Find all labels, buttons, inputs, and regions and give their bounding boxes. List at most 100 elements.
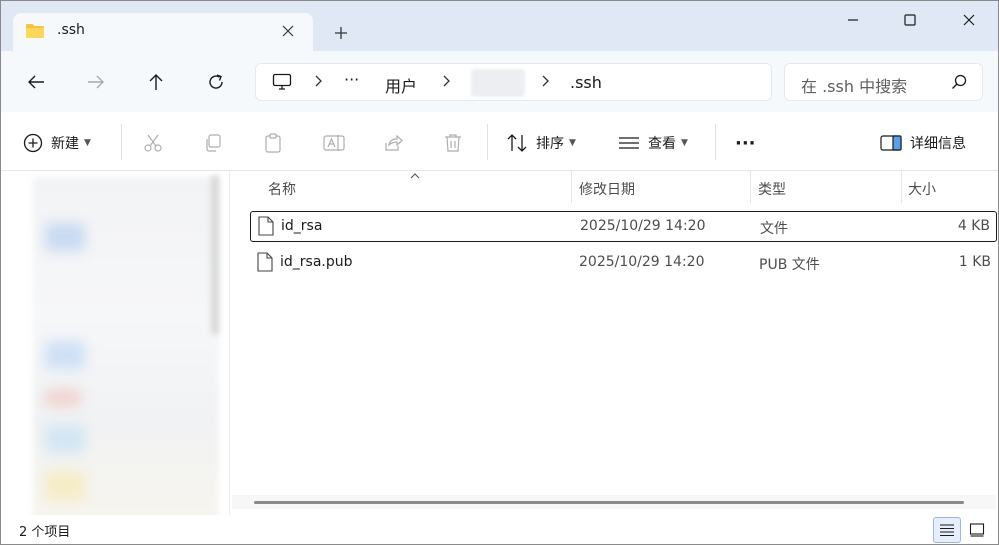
refresh-button[interactable] xyxy=(201,67,231,97)
close-window-button[interactable] xyxy=(939,1,998,39)
file-list: 名称 修改日期 类型 大小 id_rsa 2025/10/29 14:20 文件… xyxy=(230,171,998,515)
share-button[interactable] xyxy=(383,130,403,156)
file-name: id_rsa xyxy=(281,218,323,234)
folder-icon xyxy=(25,23,45,39)
column-divider[interactable] xyxy=(750,171,751,203)
rename-button[interactable] xyxy=(323,130,345,156)
tiles-view-icon xyxy=(969,523,985,537)
sidebar-item-redacted[interactable] xyxy=(45,471,85,501)
chevron-down-icon: ▼ xyxy=(681,138,688,148)
rename-icon xyxy=(323,135,345,151)
trash-icon xyxy=(445,134,461,152)
column-header-name[interactable]: 名称 xyxy=(268,179,296,199)
arrow-right-icon xyxy=(88,75,104,89)
tab-title: .ssh xyxy=(57,22,85,38)
sidebar-item-redacted[interactable] xyxy=(45,223,85,251)
file-type: 文件 xyxy=(760,221,788,237)
clipboard-icon xyxy=(265,133,281,153)
item-count: 2 个项目 xyxy=(19,525,71,540)
column-header-size[interactable]: 大小 xyxy=(908,179,936,199)
chevron-right-icon[interactable] xyxy=(314,75,322,91)
copy-icon xyxy=(206,134,221,152)
close-icon xyxy=(282,25,294,37)
refresh-icon xyxy=(209,74,223,89)
cut-button[interactable] xyxy=(143,130,163,156)
scissors-icon xyxy=(144,134,162,152)
new-button-label: 新建 xyxy=(51,136,79,152)
up-button[interactable] xyxy=(141,67,171,97)
minimize-button[interactable] xyxy=(823,1,883,39)
maximize-icon xyxy=(904,14,916,26)
more-options-button[interactable]: ··· xyxy=(735,130,756,156)
command-bar: 新建 ▼ 排序 ▼ 查看 ▼ ··· 详细信息 xyxy=(1,112,998,171)
column-header-type[interactable]: 类型 xyxy=(758,179,786,199)
delete-button[interactable] xyxy=(443,130,463,156)
sidebar-item-redacted[interactable] xyxy=(45,341,85,369)
file-explorer-window: .ssh ··· 用户 .ssh 在 .ssh 中搜索 新建 ▼ 排序 ▼ 查看… xyxy=(0,0,999,545)
plus-icon xyxy=(335,27,347,39)
paste-button[interactable] xyxy=(263,130,283,156)
divider xyxy=(487,124,488,160)
title-bar: .ssh xyxy=(1,1,998,51)
column-divider[interactable] xyxy=(901,171,902,203)
file-date: 2025/10/29 14:20 xyxy=(579,254,705,270)
new-tab-button[interactable] xyxy=(327,19,355,47)
breadcrumb-item-users[interactable]: 用户 xyxy=(385,73,417,97)
search-box[interactable]: 在 .ssh 中搜索 xyxy=(784,63,983,101)
search-input[interactable]: 在 .ssh 中搜索 xyxy=(801,73,907,97)
arrow-up-icon xyxy=(149,74,163,90)
address-bar[interactable]: ··· 用户 .ssh xyxy=(255,63,772,101)
chevron-right-icon[interactable] xyxy=(442,75,450,91)
chevron-right-icon[interactable] xyxy=(541,75,549,91)
view-button-label: 查看 xyxy=(648,136,676,152)
navigation-bar: ··· 用户 .ssh 在 .ssh 中搜索 xyxy=(1,51,998,112)
sort-ascending-icon xyxy=(410,171,420,182)
tab-close-button[interactable] xyxy=(275,18,301,44)
view-button[interactable]: 查看 ▼ xyxy=(618,130,688,156)
back-button[interactable] xyxy=(21,67,51,97)
breadcrumb-item-redacted[interactable] xyxy=(471,69,525,97)
view-lines-icon xyxy=(619,137,639,149)
breadcrumb-item-ssh[interactable]: .ssh xyxy=(570,73,602,92)
sidebar-item-redacted[interactable] xyxy=(45,425,85,453)
list-view-icon xyxy=(940,524,954,537)
sort-button-label: 排序 xyxy=(536,136,564,152)
tab-ssh[interactable]: .ssh xyxy=(13,13,313,51)
file-icon xyxy=(257,252,273,276)
column-divider[interactable] xyxy=(571,171,572,203)
copy-button[interactable] xyxy=(203,130,223,156)
status-bar: 2 个项目 xyxy=(1,515,998,544)
sort-icon xyxy=(507,134,527,152)
scrollbar-thumb[interactable] xyxy=(254,501,964,504)
tiles-view-button[interactable] xyxy=(963,517,991,543)
horizontal-scrollbar[interactable] xyxy=(232,495,996,509)
details-pane-button[interactable]: 详细信息 xyxy=(880,130,966,156)
column-header-date[interactable]: 修改日期 xyxy=(579,179,635,199)
file-size: 4 KB xyxy=(957,218,990,234)
divider xyxy=(121,124,122,160)
file-row[interactable]: id_rsa.pub 2025/10/29 14:20 PUB 文件 1 KB xyxy=(250,248,997,279)
file-date: 2025/10/29 14:20 xyxy=(580,218,706,234)
navigation-pane[interactable] xyxy=(1,171,230,523)
close-icon xyxy=(963,14,975,26)
new-button[interactable]: 新建 ▼ xyxy=(23,130,91,156)
chevron-down-icon: ▼ xyxy=(569,138,576,148)
arrow-left-icon xyxy=(28,75,44,89)
chevron-down-icon: ▼ xyxy=(84,138,91,148)
sidebar-scrollbar[interactable] xyxy=(211,175,219,335)
breadcrumb-more[interactable]: ··· xyxy=(344,70,359,89)
file-size: 1 KB xyxy=(958,254,991,270)
forward-button[interactable] xyxy=(81,67,111,97)
search-icon[interactable] xyxy=(951,74,967,94)
divider xyxy=(715,124,716,160)
file-name: id_rsa.pub xyxy=(280,254,353,270)
file-type: PUB 文件 xyxy=(759,257,820,273)
details-pane-label: 详细信息 xyxy=(910,136,966,152)
details-view-button[interactable] xyxy=(933,517,961,543)
maximize-button[interactable] xyxy=(880,1,940,39)
computer-icon[interactable] xyxy=(272,73,292,95)
sidebar-item-redacted[interactable] xyxy=(45,389,81,407)
file-row[interactable]: id_rsa 2025/10/29 14:20 文件 4 KB xyxy=(250,211,997,242)
sort-button[interactable]: 排序 ▼ xyxy=(506,130,576,156)
details-pane-icon xyxy=(880,135,902,151)
